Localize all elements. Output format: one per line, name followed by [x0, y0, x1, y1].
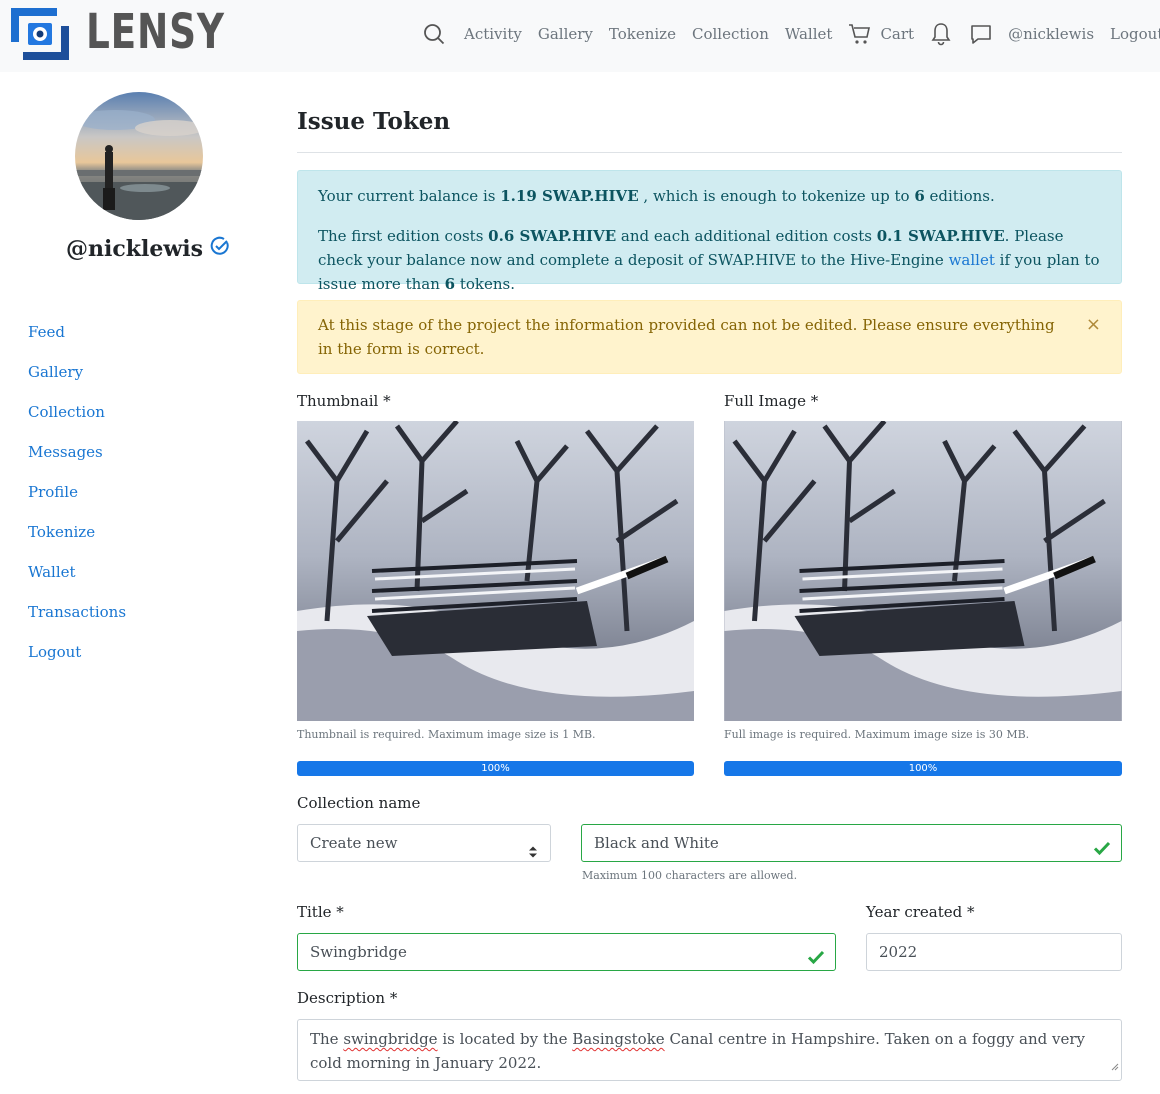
nav-wallet[interactable]: Wallet	[785, 25, 833, 43]
nav-collection[interactable]: Collection	[692, 25, 769, 43]
title-label: Title *	[297, 903, 344, 921]
collection-select-value: Create new	[310, 834, 398, 852]
first-edition-cost: 0.6 SWAP.HIVE	[488, 227, 617, 245]
editions-count: 6	[914, 187, 925, 205]
nav-logout[interactable]: Logout	[1110, 25, 1160, 43]
nav-tokenize[interactable]: Tokenize	[609, 25, 676, 43]
description-text: Basingstoke	[572, 1030, 665, 1048]
sidebar-item-profile[interactable]: Profile	[28, 482, 126, 522]
nav-cart-label: Cart	[880, 25, 915, 43]
cart-icon	[848, 22, 872, 46]
year-label: Year created *	[866, 903, 975, 921]
valid-check-icon	[1093, 834, 1111, 870]
sidebar-item-transactions[interactable]: Transactions	[28, 602, 126, 642]
brand-name[interactable]: LENSY	[86, 4, 225, 60]
sidebar-item-tokenize[interactable]: Tokenize	[28, 522, 126, 562]
sidebar-item-collection[interactable]: Collection	[28, 402, 126, 442]
nav-user[interactable]: @nicklewis	[1008, 25, 1094, 43]
year-input[interactable]: 2022	[866, 933, 1122, 971]
collection-select[interactable]: Create new	[297, 824, 551, 862]
select-arrows-icon	[528, 836, 538, 872]
sidebar-item-feed[interactable]: Feed	[28, 322, 126, 362]
full-image-label: Full Image *	[724, 392, 819, 410]
balance-value: 1.19 SWAP.HIVE	[500, 187, 639, 205]
nav-cart[interactable]: Cart	[848, 22, 914, 46]
description-text: is located by the	[437, 1030, 573, 1048]
collection-name-value: Black and White	[594, 834, 719, 852]
bell-icon[interactable]	[930, 22, 952, 46]
search-icon[interactable]	[422, 22, 446, 46]
info-text: tokens.	[455, 275, 515, 293]
resize-handle-icon[interactable]	[1110, 1054, 1119, 1078]
divider	[297, 152, 1122, 153]
info-text: editions.	[924, 187, 995, 205]
nav-activity[interactable]: Activity	[464, 25, 522, 43]
wallet-link[interactable]: wallet	[949, 251, 995, 269]
balance-paragraph: Your current balance is 1.19 SWAP.HIVE ,…	[318, 184, 1101, 208]
full-image-progress-bar: 100%	[724, 761, 1122, 776]
description-text: swingbridge	[343, 1030, 438, 1048]
sidebar-nav: Feed Gallery Collection Messages Profile…	[28, 322, 126, 682]
collection-label: Collection name	[297, 794, 421, 812]
info-text: The first edition costs	[318, 227, 489, 245]
warning-alert: At this stage of the project the informa…	[297, 300, 1122, 374]
thumbnail-image[interactable]	[297, 421, 694, 721]
close-icon[interactable]: ×	[1086, 315, 1101, 335]
lensy-logo-icon[interactable]	[11, 8, 69, 60]
sidebar-item-wallet[interactable]: Wallet	[28, 562, 126, 602]
description-label: Description *	[297, 989, 398, 1007]
username-text: @nicklewis	[66, 236, 204, 262]
cost-paragraph: The first edition costs 0.6 SWAP.HIVE an…	[318, 224, 1101, 296]
main-nav: Activity Gallery Tokenize Collection Wal…	[422, 22, 1160, 46]
info-text: Your current balance is	[318, 187, 501, 205]
valid-check-icon	[807, 943, 825, 979]
full-image[interactable]	[724, 421, 1122, 721]
info-text: , which is enough to tokenize up to	[638, 187, 915, 205]
top-navbar: LENSY Activity Gallery Tokenize Collecti…	[0, 0, 1160, 72]
thumbnail-hint: Thumbnail is required. Maximum image siz…	[297, 728, 596, 741]
thumbnail-label: Thumbnail *	[297, 392, 391, 410]
title-value: Swingbridge	[310, 943, 407, 961]
thumbnail-progress-bar: 100%	[297, 761, 694, 776]
collection-name-hint: Maximum 100 characters are allowed.	[582, 869, 798, 882]
profile-username: @nicklewis	[66, 236, 230, 262]
sidebar-item-logout[interactable]: Logout	[28, 642, 126, 682]
title-input[interactable]: Swingbridge	[297, 933, 836, 971]
collection-name-input[interactable]: Black and White	[581, 824, 1122, 862]
additional-edition-cost: 0.1 SWAP.HIVE	[876, 227, 1005, 245]
sidebar-item-messages[interactable]: Messages	[28, 442, 126, 482]
description-text: The	[310, 1030, 344, 1048]
avatar[interactable]	[75, 92, 203, 220]
page-title: Issue Token	[297, 108, 451, 135]
year-value: 2022	[879, 943, 918, 961]
description-textarea[interactable]: The swingbridge is located by the Basing…	[297, 1019, 1122, 1081]
verified-check-icon	[203, 236, 230, 262]
sidebar-item-gallery[interactable]: Gallery	[28, 362, 126, 402]
max-tokens: 6	[444, 275, 456, 293]
full-image-hint: Full image is required. Maximum image si…	[724, 728, 1030, 741]
nav-gallery[interactable]: Gallery	[538, 25, 593, 43]
warning-text: At this stage of the project the informa…	[318, 316, 1055, 358]
balance-info-alert: Your current balance is 1.19 SWAP.HIVE ,…	[297, 170, 1122, 293]
info-text: and each additional edition costs	[616, 227, 877, 245]
message-icon[interactable]	[970, 23, 992, 45]
